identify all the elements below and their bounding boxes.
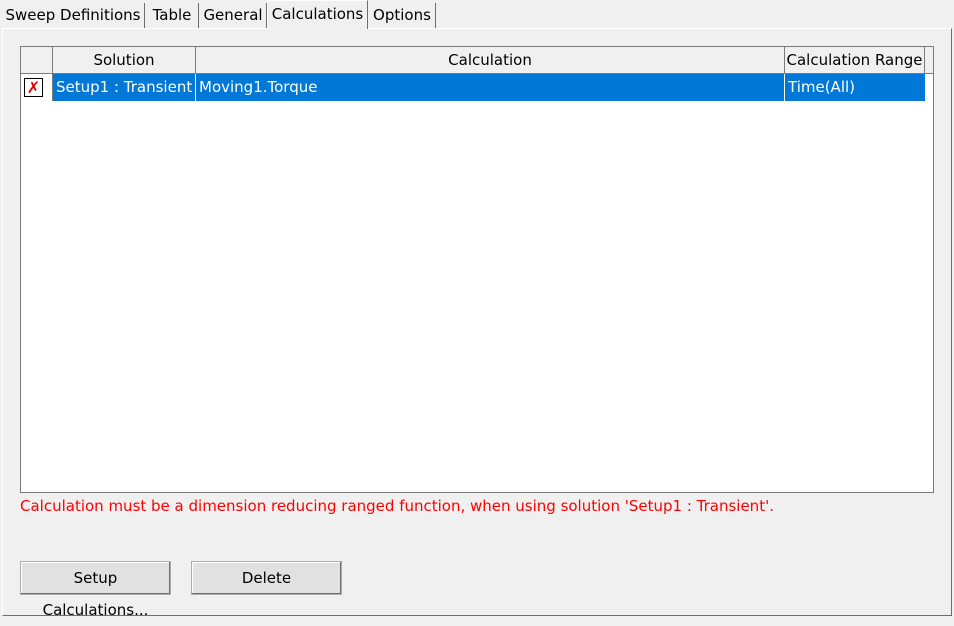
tab-calculations[interactable]: Calculations	[267, 0, 368, 29]
calculation-range-cell[interactable]: Time(All)	[785, 74, 925, 101]
tab-table[interactable]: Table	[146, 3, 199, 28]
header-calculation[interactable]: Calculation	[196, 47, 785, 74]
header-checkbox	[21, 47, 53, 74]
solution-cell[interactable]: Setup1 : Transient	[53, 74, 196, 101]
setup-calculations-button[interactable]: Setup Calculations...	[20, 561, 171, 619]
header-solution[interactable]: Solution	[53, 47, 196, 74]
header-filler	[925, 47, 933, 74]
header-calculation-range[interactable]: Calculation Range	[785, 47, 925, 74]
tab-strip: Sweep Definitions Table General Calculat…	[0, 0, 954, 29]
x-mark-icon[interactable]: ✗	[24, 78, 43, 97]
calculation-cell[interactable]: Moving1.Torque	[196, 74, 785, 101]
tab-sweep-definitions[interactable]: Sweep Definitions	[2, 3, 145, 28]
tab-options[interactable]: Options	[369, 3, 436, 28]
row-checkbox-cell[interactable]: ✗	[21, 74, 53, 101]
delete-button[interactable]: Delete	[191, 561, 342, 595]
tab-general[interactable]: General	[200, 3, 267, 28]
table-row[interactable]: ✗ Setup1 : Transient Moving1.Torque Time…	[21, 74, 925, 101]
error-message: Calculation must be a dimension reducing…	[20, 497, 774, 515]
calculations-grid[interactable]: Solution Calculation Calculation Range ✗…	[20, 46, 934, 493]
